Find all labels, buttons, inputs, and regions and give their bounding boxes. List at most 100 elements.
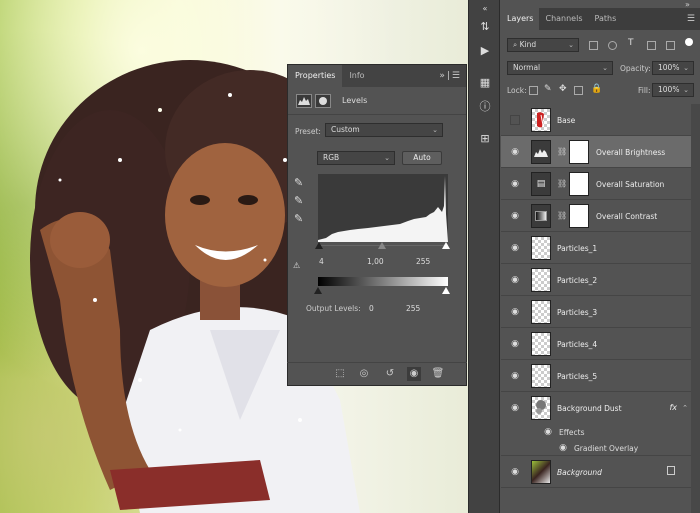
filter-adjustment-icon[interactable]: [608, 41, 617, 50]
fill-field[interactable]: 100% ⌄: [652, 83, 694, 97]
black-point-eyedropper-icon[interactable]: ✎: [294, 176, 303, 189]
channel-value: RGB: [323, 153, 340, 162]
view-previous-state-icon[interactable]: ◎: [357, 367, 371, 381]
tab-info[interactable]: Info: [342, 65, 371, 87]
layer-overall-brightness[interactable]: ◉ ⛓ Overall Brightness: [501, 136, 691, 168]
filter-shape-icon[interactable]: [647, 41, 656, 50]
lock-image-icon[interactable]: ✎: [544, 84, 552, 94]
gray-input-slider[interactable]: [378, 242, 386, 249]
black-input-slider[interactable]: [315, 242, 323, 249]
layer-name[interactable]: Base: [557, 116, 575, 125]
eye-icon[interactable]: ◉: [509, 243, 521, 253]
eye-icon[interactable]: ◉: [509, 275, 521, 285]
info-icon[interactable]: ⓘ: [478, 100, 492, 114]
clip-to-layer-icon[interactable]: ⬚: [333, 367, 347, 381]
effects-eye-icon[interactable]: ◉: [542, 427, 554, 437]
filter-type-icon[interactable]: T: [628, 38, 634, 48]
layer-name[interactable]: Particles_5: [557, 372, 597, 381]
collapse-arrows-icon[interactable]: «: [478, 2, 492, 16]
input-white-value[interactable]: 255: [416, 257, 430, 266]
layer-base[interactable]: Base: [501, 104, 691, 136]
eye-icon[interactable]: ◉: [509, 307, 521, 317]
eye-icon[interactable]: ◉: [509, 467, 521, 477]
lock-artboard-icon[interactable]: [574, 86, 583, 95]
layer-name[interactable]: Particles_2: [557, 276, 597, 285]
link-icon[interactable]: ⛓: [557, 147, 567, 156]
visibility-toggle-empty[interactable]: [510, 115, 520, 125]
filter-kind-dropdown[interactable]: ⌕ Kind ⌄: [507, 38, 579, 52]
reset-icon[interactable]: ↺: [383, 367, 397, 381]
lock-transparent-icon[interactable]: [529, 86, 538, 95]
layer-name[interactable]: Background Dust: [557, 404, 622, 413]
history-icon[interactable]: ⇅: [478, 20, 492, 34]
link-icon[interactable]: ⛓: [557, 179, 567, 188]
trash-icon[interactable]: 🗑: [431, 367, 445, 381]
layer-name[interactable]: Particles_4: [557, 340, 597, 349]
layer-overall-saturation[interactable]: ◉ ▤ ⛓ Overall Saturation: [501, 168, 691, 200]
clone-source-icon[interactable]: ⊞: [478, 132, 492, 146]
input-gamma-value[interactable]: 1,00: [367, 257, 384, 266]
eye-icon[interactable]: ◉: [509, 403, 521, 413]
eye-icon[interactable]: ◉: [509, 339, 521, 349]
filter-pixel-icon[interactable]: [589, 41, 598, 50]
lock-icon[interactable]: [667, 466, 675, 475]
layer-effects-fx-icon[interactable]: fx: [669, 403, 677, 412]
layer-name[interactable]: Background: [557, 468, 602, 477]
channel-dropdown[interactable]: RGB ⌄: [317, 151, 395, 165]
play-icon[interactable]: ▶: [478, 44, 492, 58]
input-black-value[interactable]: 4: [319, 257, 324, 266]
layer-name[interactable]: Overall Brightness: [596, 148, 665, 157]
layer-particles-3[interactable]: ◉ Particles_3: [501, 296, 691, 328]
layer-particles-2[interactable]: ◉ Particles_2: [501, 264, 691, 296]
output-white-value[interactable]: 255: [406, 304, 420, 313]
tab-channels[interactable]: Channels: [539, 8, 588, 30]
preset-dropdown[interactable]: Custom ⌄: [325, 123, 443, 137]
layer-mask-thumbnail[interactable]: [569, 172, 589, 196]
white-point-eyedropper-icon[interactable]: ✎: [294, 212, 303, 225]
gradient-overlay-eye-icon[interactable]: ◉: [557, 443, 569, 453]
tab-paths[interactable]: Paths: [589, 8, 623, 30]
output-black-value[interactable]: 0: [369, 304, 374, 313]
layers-scrollbar[interactable]: [691, 104, 700, 513]
opacity-field[interactable]: 100% ⌄: [652, 61, 694, 75]
filter-smart-object-icon[interactable]: [666, 41, 675, 50]
white-input-slider[interactable]: [442, 242, 450, 249]
adjustments-icon[interactable]: ▦: [478, 76, 492, 90]
white-output-slider[interactable]: [442, 287, 450, 294]
layer-overall-contrast[interactable]: ◉ ⛓ Overall Contrast: [501, 200, 691, 232]
lock-all-icon[interactable]: 🔒: [591, 84, 602, 94]
layer-particles-4[interactable]: ◉ Particles_4: [501, 328, 691, 360]
layer-background[interactable]: ◉ Background: [501, 456, 691, 488]
tab-layers[interactable]: Layers: [501, 8, 540, 30]
gray-point-eyedropper-icon[interactable]: ✎: [294, 194, 303, 207]
auto-button[interactable]: Auto: [402, 151, 442, 165]
layer-name[interactable]: Overall Contrast: [596, 212, 657, 221]
eye-icon[interactable]: ◉: [509, 371, 521, 381]
gradient-overlay-effect[interactable]: Gradient Overlay: [574, 444, 638, 453]
filter-toggle-icon[interactable]: [685, 38, 693, 46]
layer-name[interactable]: Particles_1: [557, 244, 597, 253]
properties-tab-bar: Properties Info »|☰: [288, 65, 466, 87]
mask-icon[interactable]: [315, 93, 331, 108]
layer-mask-thumbnail[interactable]: [569, 140, 589, 164]
layer-mask-thumbnail[interactable]: [569, 204, 589, 228]
lock-position-icon[interactable]: ✥: [559, 84, 567, 94]
eye-icon[interactable]: ◉: [509, 179, 521, 189]
visibility-eye-icon[interactable]: ◉: [407, 367, 421, 381]
eye-icon[interactable]: ◉: [509, 211, 521, 221]
chevron-up-icon[interactable]: ⌃: [682, 404, 688, 412]
layer-background-dust[interactable]: ◉ Background Dust fx ⌃ ◉ Effects ◉ Gradi…: [501, 392, 691, 456]
layer-particles-1[interactable]: ◉ Particles_1: [501, 232, 691, 264]
black-output-slider[interactable]: [314, 287, 322, 294]
layer-name[interactable]: Overall Saturation: [596, 180, 664, 189]
link-icon[interactable]: ⛓: [557, 211, 567, 220]
panel-menu-icon[interactable]: ☰: [687, 8, 695, 30]
tab-properties[interactable]: Properties: [288, 65, 343, 87]
clipping-warning-icon[interactable]: ⚠: [293, 261, 300, 270]
blend-mode-dropdown[interactable]: Normal ⌄: [507, 61, 613, 75]
effects-label[interactable]: Effects: [559, 428, 585, 437]
panel-menu-icon[interactable]: »|☰: [439, 65, 462, 87]
eye-icon[interactable]: ◉: [509, 147, 521, 157]
layer-name[interactable]: Particles_3: [557, 308, 597, 317]
layer-particles-5[interactable]: ◉ Particles_5: [501, 360, 691, 392]
